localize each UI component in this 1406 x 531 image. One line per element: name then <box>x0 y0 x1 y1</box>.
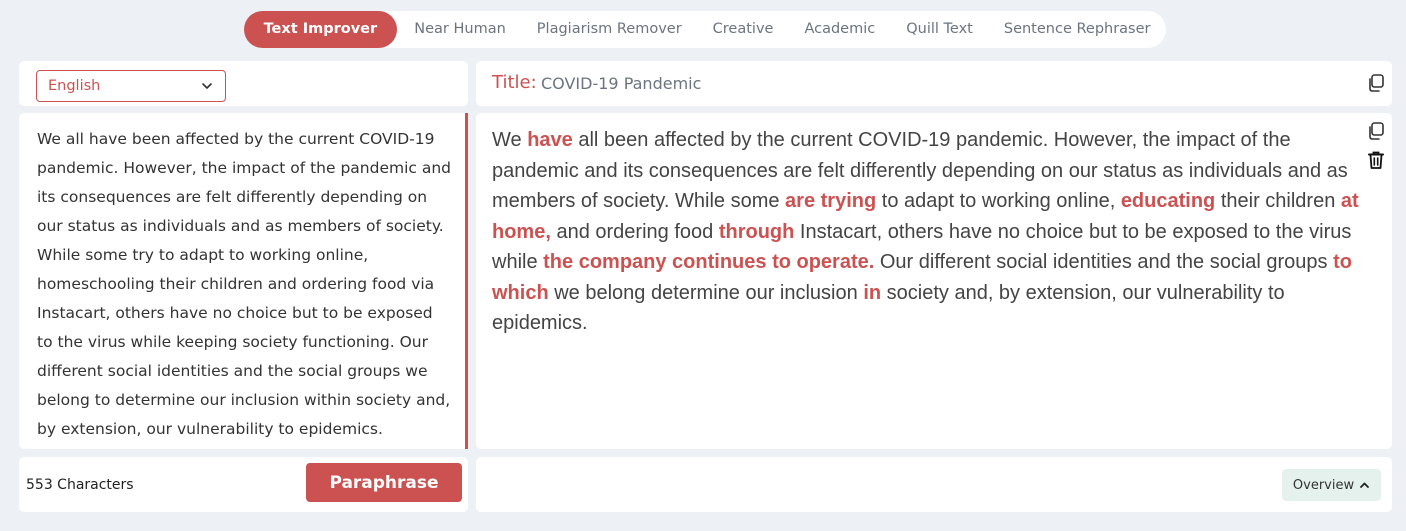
output-segment: We <box>492 129 528 151</box>
title-label: Title: <box>492 72 537 93</box>
output-segment: Our different social identities and the … <box>874 251 1334 273</box>
tab-quill-text[interactable]: Quill Text <box>891 11 989 48</box>
output-segment: to adapt to working online, <box>876 190 1121 212</box>
trash-icon[interactable] <box>1366 150 1386 170</box>
output-text: We have all been affected by the current… <box>492 125 1372 339</box>
title-panel: Title: COVID-19 Pandemic <box>476 61 1392 106</box>
input-textarea[interactable]: We all have been affected by the current… <box>37 125 453 444</box>
overview-button[interactable]: Overview <box>1282 469 1381 501</box>
changed-phrase[interactable]: the company continues to operate. <box>543 251 874 273</box>
tab-text-improver[interactable]: Text Improver <box>244 11 397 48</box>
copy-icon[interactable] <box>1366 73 1386 93</box>
input-divider <box>465 113 468 449</box>
tab-plagiarism-remover[interactable]: Plagiarism Remover <box>521 11 697 48</box>
changed-phrase[interactable]: have <box>527 129 573 151</box>
input-footer: 553 Characters Paraphrase <box>19 457 468 512</box>
input-text-panel[interactable]: We all have been affected by the current… <box>19 113 468 449</box>
output-segment: and ordering food <box>550 220 719 243</box>
tab-academic[interactable]: Academic <box>789 11 891 48</box>
language-select[interactable]: English <box>36 70 226 102</box>
output-footer: Overview <box>476 457 1392 512</box>
overview-label: Overview <box>1292 477 1355 493</box>
output-segment: we belong determine our inclusion <box>548 281 864 304</box>
tab-creative[interactable]: Creative <box>697 11 789 48</box>
mode-tabs: Text Improver Near Human Plagiarism Remo… <box>244 11 1166 48</box>
tab-near-human[interactable]: Near Human <box>399 11 522 48</box>
paraphrase-button[interactable]: Paraphrase <box>306 463 462 502</box>
copy-icon[interactable] <box>1366 121 1386 141</box>
output-segment: their children <box>1215 190 1341 212</box>
character-count: 553 Characters <box>26 477 134 493</box>
changed-phrase[interactable]: in <box>863 282 881 304</box>
chevron-up-icon <box>1360 482 1370 488</box>
language-panel: English <box>19 61 468 106</box>
output-text-panel: We have all been affected by the current… <box>476 113 1392 449</box>
chevron-down-icon <box>202 83 212 89</box>
title-input[interactable]: COVID-19 Pandemic <box>541 74 701 93</box>
tab-sentence-rephraser[interactable]: Sentence Rephraser <box>988 11 1166 48</box>
language-select-value: English <box>48 78 101 94</box>
changed-phrase[interactable]: educating <box>1121 190 1215 212</box>
changed-phrase[interactable]: through <box>719 221 795 243</box>
changed-phrase[interactable]: are trying <box>785 190 876 212</box>
